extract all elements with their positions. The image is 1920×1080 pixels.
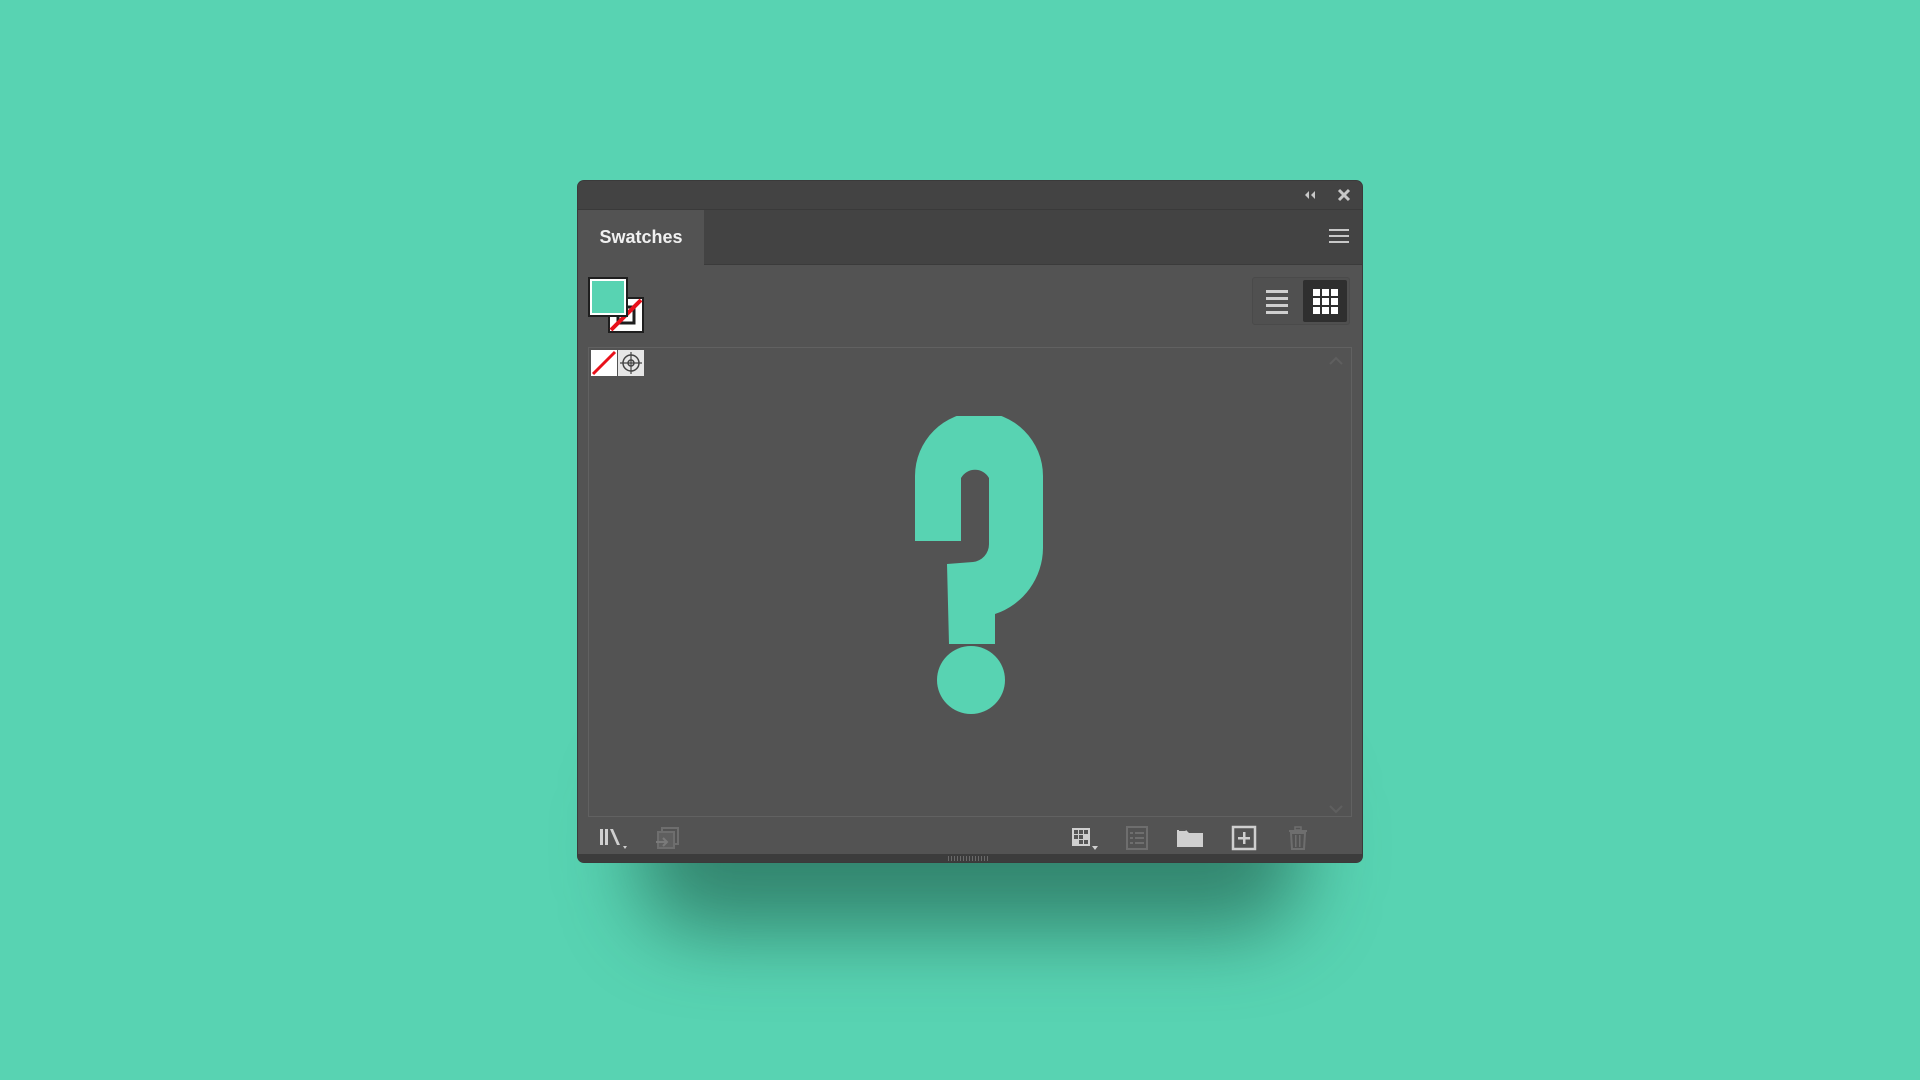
tab-swatches[interactable]: Swatches — [578, 210, 704, 265]
tab-bar: Swatches — [578, 210, 1362, 265]
swatches-panel: Swatches — [578, 181, 1362, 862]
scroll-down-arrow-icon[interactable] — [1327, 800, 1345, 814]
fill-swatch[interactable] — [588, 277, 628, 317]
panel-titlebar[interactable] — [578, 181, 1362, 210]
place-swatch-icon — [652, 825, 684, 851]
question-mark-icon — [909, 412, 1049, 716]
panel-bottom-edge — [578, 854, 1362, 862]
panel-footer — [578, 821, 1362, 853]
hamburger-menu-icon[interactable] — [1328, 227, 1350, 245]
trash-icon — [1282, 825, 1314, 851]
grid-view-icon[interactable] — [1303, 280, 1347, 322]
view-toggle — [1252, 277, 1350, 325]
double-chevron-left-icon[interactable] — [1302, 187, 1318, 203]
none-swatch-icon[interactable] — [591, 350, 617, 376]
close-icon[interactable] — [1336, 187, 1352, 203]
list-view-icon[interactable] — [1255, 280, 1299, 322]
swatch-options-icon — [1121, 825, 1153, 851]
fill-stroke-widget — [588, 277, 648, 337]
scroll-up-arrow-icon[interactable] — [1327, 352, 1345, 365]
folder-icon[interactable] — [1174, 825, 1206, 851]
swatch-grid — [588, 347, 1352, 817]
resize-grip[interactable] — [948, 856, 988, 861]
library-icon[interactable] — [598, 825, 630, 851]
new-swatch-icon[interactable] — [1228, 825, 1260, 851]
swatch-kinds-icon[interactable] — [1068, 825, 1100, 851]
registration-swatch-icon[interactable] — [618, 350, 644, 376]
